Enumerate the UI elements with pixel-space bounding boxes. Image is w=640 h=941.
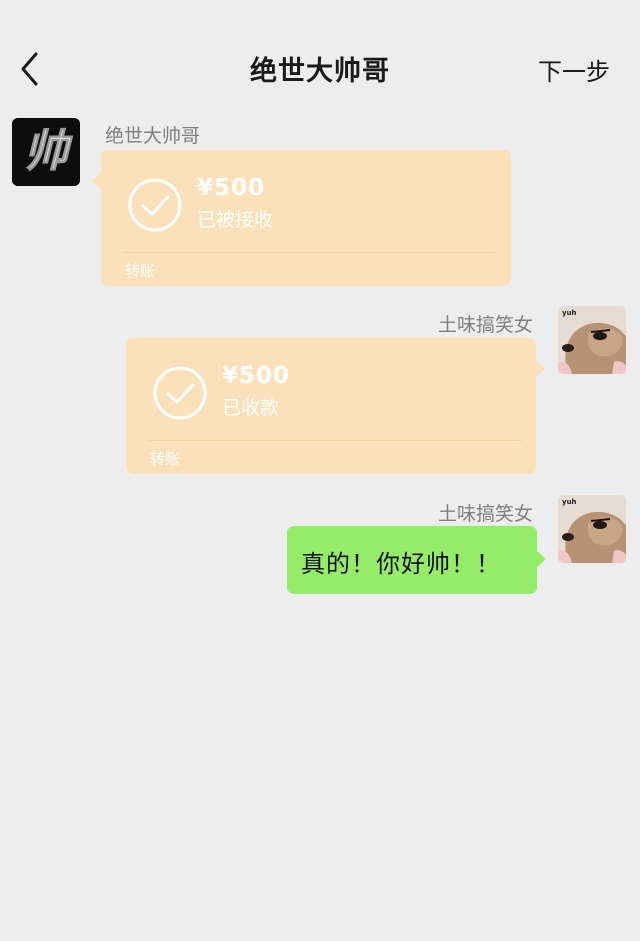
divider [148,440,522,441]
dog-photo-image: yuh [558,495,626,563]
nav-bar: 绝世大帅哥 下一步 [0,0,640,108]
sender-name: 土味搞笑女 [437,503,533,525]
transfer-amount: ¥500 [222,363,291,389]
contact-avatar[interactable]: 帅 [12,118,80,186]
avatar-glyph: 帅 [24,126,73,177]
transfer-message[interactable]: ¥500 已收款 转账 [126,338,545,474]
transfer-message[interactable]: ¥500 已被接收 转账 [92,150,511,286]
sender-name: 绝世大帅哥 [105,125,201,147]
dog-photo-image: yuh [558,306,626,374]
avatar-caption: yuh [562,309,577,317]
message-text: 真的！你好帅！！ [301,550,501,578]
shuai-logo-image: 帅 [12,118,80,186]
check-circle-icon [128,178,182,232]
sender-name: 土味搞笑女 [437,314,533,336]
bubble-tail [92,173,101,189]
avatar-caption: yuh [562,498,577,506]
bubble-tail [537,551,546,567]
transfer-label: 转账 [150,450,181,468]
transfer-status: 已收款 [222,397,280,419]
next-step-button[interactable]: 下一步 [538,52,610,87]
transfer-amount: ¥500 [197,175,266,201]
transfer-status: 已被接收 [197,209,274,231]
check-circle-icon [153,366,207,420]
transfer-label: 转账 [125,262,156,280]
bubble-tail [536,361,545,377]
divider [123,252,497,253]
text-message[interactable]: 真的！你好帅！！ [287,526,546,594]
my-avatar[interactable]: yuh [558,306,626,374]
my-avatar[interactable]: yuh [558,495,626,563]
